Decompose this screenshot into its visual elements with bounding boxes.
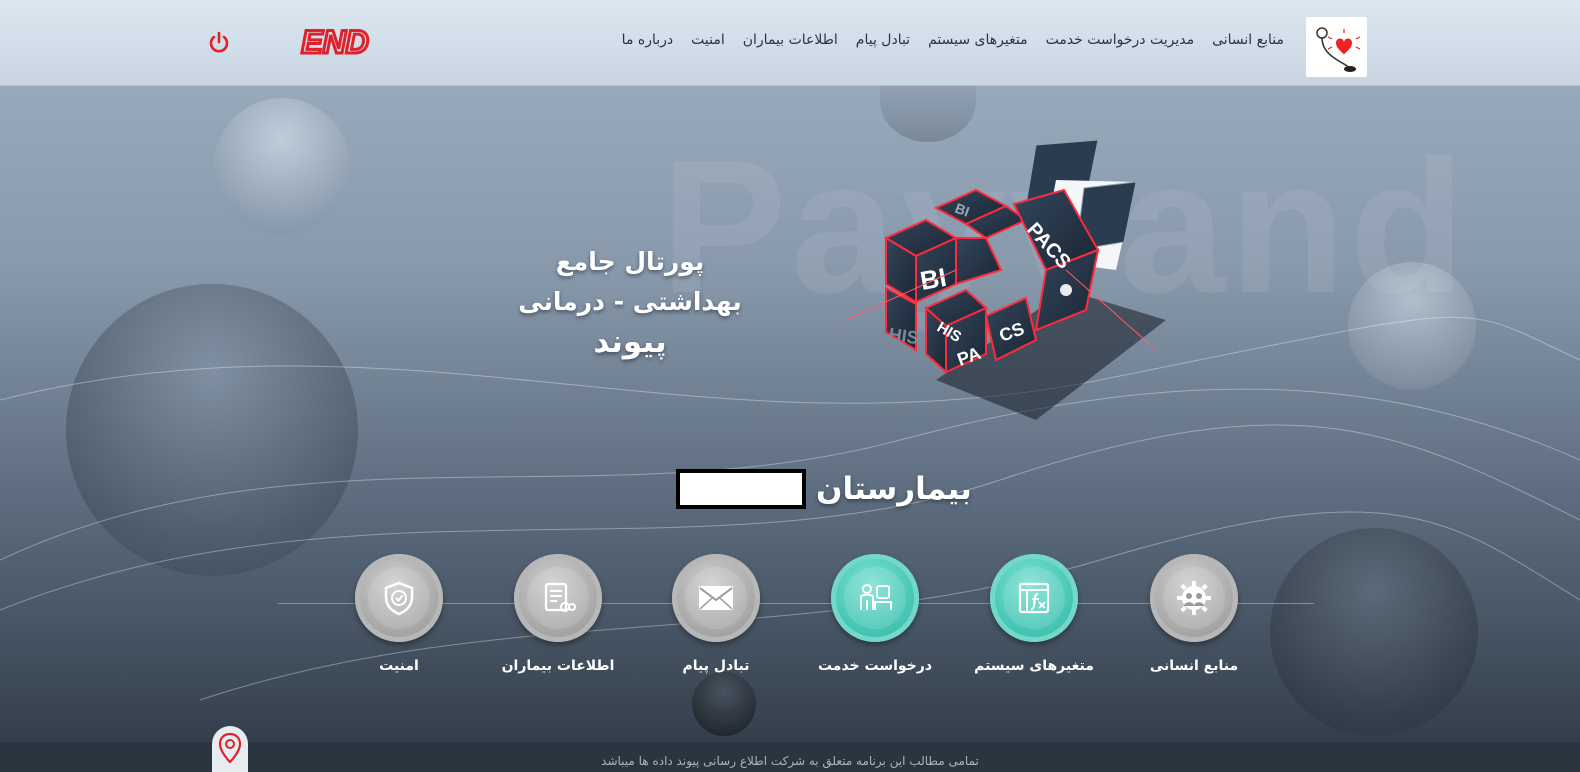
tile-patient-info-label: اطلاعات بیماران	[501, 658, 615, 674]
tile-service-request-label: درخواست خدمت	[817, 658, 933, 674]
hospital-heading: بیمارستان	[676, 466, 972, 512]
tile-system-variables-label: متغیرهای سیستم	[974, 658, 1094, 674]
hero-line-3: پیوند	[593, 324, 667, 360]
patient-record-icon	[544, 582, 576, 612]
gear-people-icon	[1177, 581, 1211, 615]
power-icon[interactable]	[206, 30, 232, 56]
tile-security[interactable]: امنیت	[334, 554, 464, 674]
svg-text:END: END	[301, 24, 369, 60]
bg-wave-lines	[0, 316, 1580, 701]
tile-messaging[interactable]: تبادل پیام	[651, 554, 781, 674]
tile-messaging-label: تبادل پیام	[682, 658, 750, 674]
nav-about[interactable]: درباره ما	[622, 32, 673, 48]
nav-patient-info[interactable]: اطلاعات بیماران	[743, 32, 838, 48]
app-logo[interactable]	[1306, 17, 1367, 77]
cube-label: HIS	[887, 324, 920, 348]
location-pin-button[interactable]	[212, 726, 248, 772]
nav-security[interactable]: امنیت	[691, 32, 725, 48]
top-navbar: منابع انسانی مدیریت درخواست خدمت متغیرها…	[0, 0, 1580, 86]
modules-cube-illustration: BI PACS BI HIS HIS PA CS	[845, 139, 1166, 420]
shield-check-icon	[384, 581, 414, 616]
tile-security-label: امنیت	[379, 658, 419, 674]
footer-copyright: تمامی مطالب این برنامه متعلق به شرکت اطل…	[601, 754, 979, 768]
nav-messaging[interactable]: تبادل پیام	[856, 32, 910, 48]
tile-service-request[interactable]: درخواست خدمت	[810, 554, 940, 674]
nav-service-requests[interactable]: مدیریت درخواست خدمت	[1046, 32, 1195, 48]
location-pin-icon	[218, 732, 242, 764]
main-nav: منابع انسانی مدیریت درخواست خدمت متغیرها…	[622, 32, 1284, 48]
tile-hr[interactable]: منابع انسانی	[1129, 554, 1259, 674]
hero-title: پورتال جامع بهداشتی - درمانی پیوند	[512, 242, 748, 362]
hospital-name-redacted	[676, 469, 806, 509]
tile-hr-label: منابع انسانی	[1149, 658, 1239, 674]
heart-stethoscope-icon	[1316, 27, 1361, 72]
cube-label: BI	[918, 262, 949, 296]
service-request-icon	[860, 584, 892, 610]
envelope-icon	[699, 586, 733, 610]
nav-system-variables[interactable]: متغیرهای سیستم	[928, 32, 1027, 48]
function-window-icon	[1018, 582, 1050, 614]
hero-line-2: بهداشتی - درمانی	[518, 287, 742, 316]
tile-patient-info[interactable]: اطلاعات بیماران	[493, 554, 623, 674]
hero-line-1: پورتال جامع	[555, 247, 705, 276]
hospital-label: بیمارستان	[816, 471, 972, 507]
tile-system-variables[interactable]: متغیرهای سیستم	[969, 554, 1099, 674]
nav-hr[interactable]: منابع انسانی	[1212, 32, 1284, 48]
brand-logo[interactable]: END	[278, 24, 392, 60]
